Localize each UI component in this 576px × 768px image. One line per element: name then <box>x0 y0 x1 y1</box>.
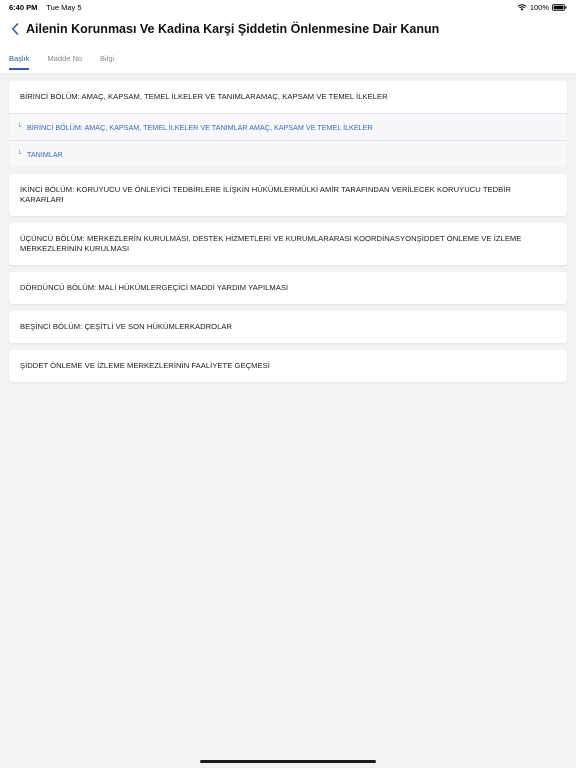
section-title: BİRİNCİ BÖLÜM: AMAÇ, KAPSAM, TEMEL İLKEL… <box>20 92 388 101</box>
page-title: Ailenin Korunması Ve Kadina Karşi Şiddet… <box>26 22 440 36</box>
home-indicator[interactable] <box>200 760 376 763</box>
subsection-item-2[interactable]: └ TANIMLAR <box>9 140 567 167</box>
nav-bar: Ailenin Korunması Ve Kadina Karşi Şiddet… <box>0 14 576 44</box>
subsection-title: BİRİNCİ BÖLÜM: AMAÇ, KAPSAM, TEMEL İLKEL… <box>27 122 373 132</box>
top-bar: 6:40 PM Tue May 5 100% Ailenin Korunması… <box>0 0 576 73</box>
branch-icon: └ <box>17 123 22 131</box>
section-group-1: BİRİNCİ BÖLÜM: AMAÇ, KAPSAM, TEMEL İLKEL… <box>9 81 567 167</box>
battery-icon <box>552 3 567 11</box>
tab-bilgi[interactable]: Bilgi <box>100 44 114 73</box>
branch-icon: └ <box>17 150 22 158</box>
section-item-5[interactable]: BEŞİNCİ BÖLÜM: ÇEŞİTLİ VE SON HÜKÜMLERKA… <box>9 311 567 343</box>
section-title: ÜÇÜNCÜ BÖLÜM: MERKEZLERİN KURULMASI, DES… <box>20 234 522 253</box>
subsection-item-1[interactable]: └ BİRİNCİ BÖLÜM: AMAÇ, KAPSAM, TEMEL İLK… <box>9 113 567 140</box>
section-title: DÖRDÜNCÜ BÖLÜM: MALİ HÜKÜMLERGEÇİCİ MADD… <box>20 283 289 292</box>
status-time: 6:40 PM <box>9 2 38 12</box>
tab-baslik[interactable]: Başlık <box>9 44 30 73</box>
subsection-title: TANIMLAR <box>27 149 63 159</box>
wifi-icon <box>517 3 527 11</box>
tab-bar: Başlık Madde No Bilgi <box>0 44 576 73</box>
chevron-left-icon[interactable] <box>9 22 21 36</box>
section-title: BEŞİNCİ BÖLÜM: ÇEŞİTLİ VE SON HÜKÜMLERKA… <box>20 322 233 331</box>
section-item-1[interactable]: BİRİNCİ BÖLÜM: AMAÇ, KAPSAM, TEMEL İLKEL… <box>9 81 567 113</box>
section-item-2[interactable]: İKİNCİ BÖLÜM: KORUYUCU VE ÖNLEYİCİ TEDBİ… <box>9 174 567 216</box>
battery-percent: 100% <box>529 2 549 12</box>
section-title: İKİNCİ BÖLÜM: KORUYUCU VE ÖNLEYİCİ TEDBİ… <box>20 185 511 204</box>
section-title: ŞİDDET ÖNLEME VE İZLEME MERKEZLERİNİN FA… <box>20 361 270 370</box>
tab-madde-no[interactable]: Madde No <box>47 44 82 73</box>
section-item-6[interactable]: ŞİDDET ÖNLEME VE İZLEME MERKEZLERİNİN FA… <box>9 350 567 382</box>
status-bar: 6:40 PM Tue May 5 100% <box>0 0 576 14</box>
section-list: BİRİNCİ BÖLÜM: AMAÇ, KAPSAM, TEMEL İLKEL… <box>0 73 576 382</box>
section-item-4[interactable]: DÖRDÜNCÜ BÖLÜM: MALİ HÜKÜMLERGEÇİCİ MADD… <box>9 272 567 304</box>
status-date: Tue May 5 <box>46 2 82 12</box>
section-item-3[interactable]: ÜÇÜNCÜ BÖLÜM: MERKEZLERİN KURULMASI, DES… <box>9 223 567 265</box>
